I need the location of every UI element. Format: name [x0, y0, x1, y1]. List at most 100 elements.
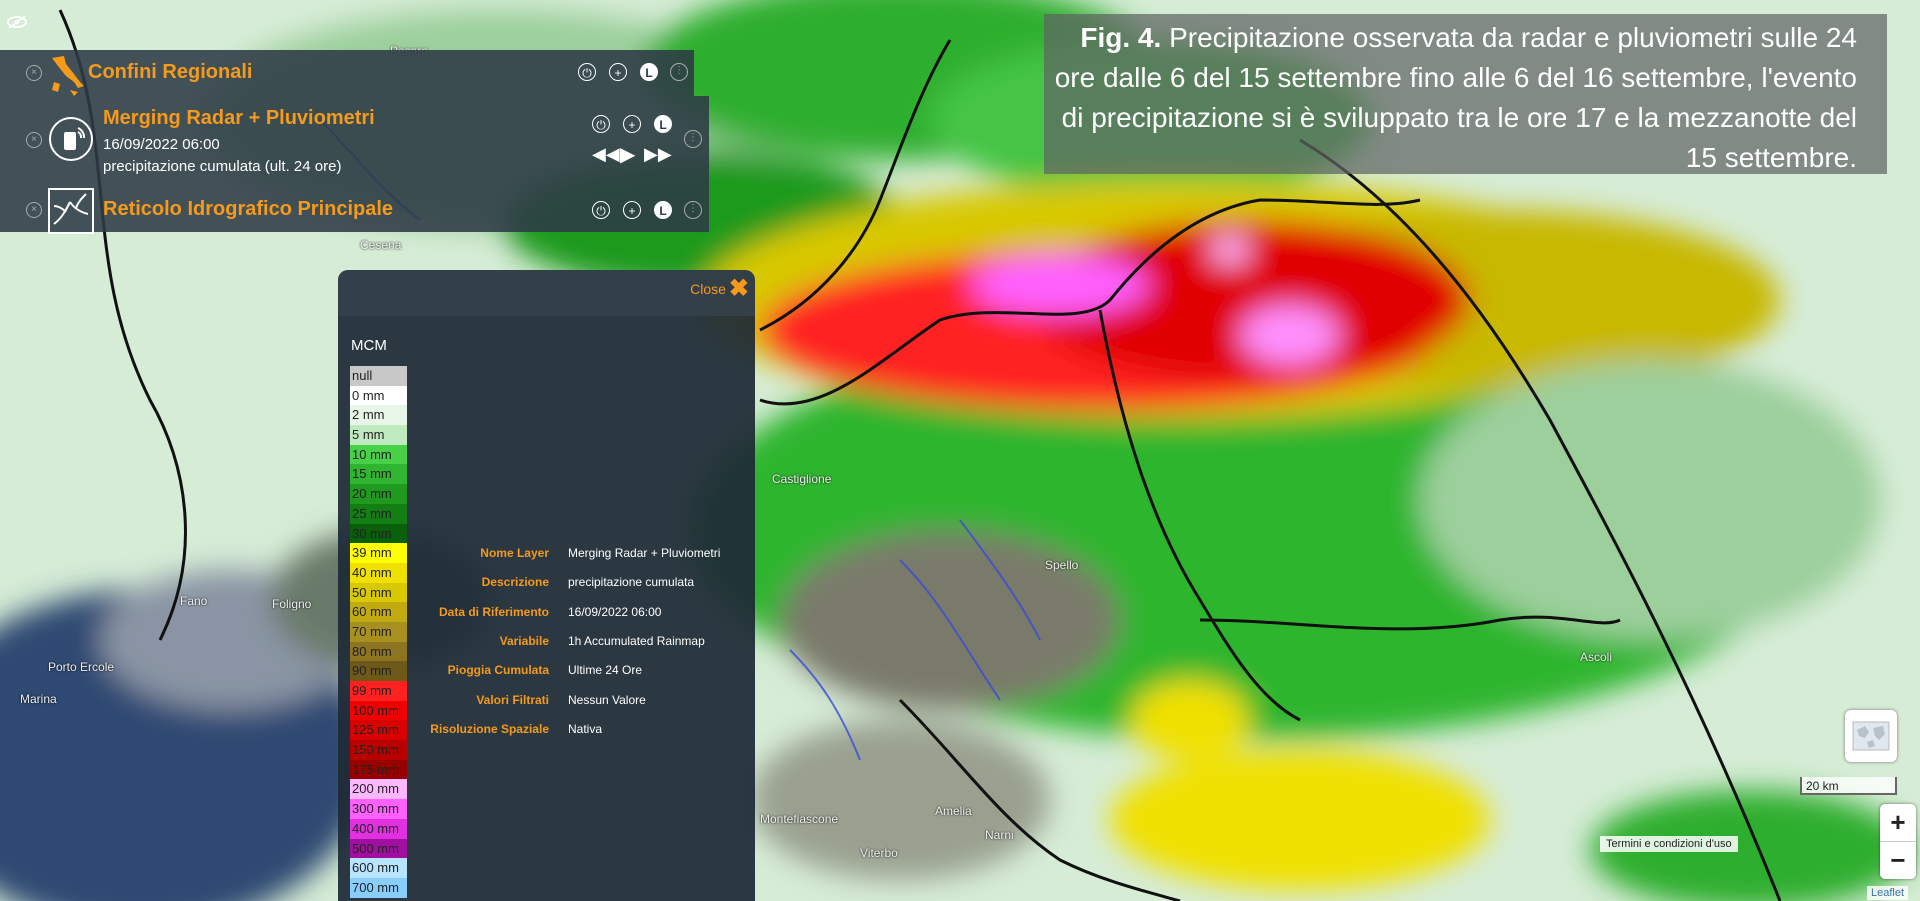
terms-link[interactable]: Termini e condizioni d'uso	[1600, 836, 1738, 852]
layer-zoom-button[interactable]: +	[623, 115, 641, 133]
caption-text: Fig. 4. Precipitazione osservata da rada…	[1037, 18, 1857, 178]
place-label-spello: Spello	[1045, 558, 1079, 572]
legend-class-row: 25 mm	[350, 503, 407, 524]
delete-layer-icon[interactable]: ×	[26, 202, 42, 218]
layer-legend-button[interactable]: L	[640, 63, 658, 81]
place-label-ascoli: Ascoli	[1580, 650, 1613, 664]
legend-class-row: 150 mm	[350, 740, 407, 760]
zoom-in-button[interactable]: +	[1880, 804, 1916, 842]
info-value: Nativa	[568, 721, 603, 736]
layer-menu-icon[interactable]: ⋮	[670, 63, 688, 81]
leaflet-attribution-link[interactable]: Leaflet	[1867, 886, 1909, 900]
place-label-foligno: Foligno	[272, 597, 312, 611]
info-row: Risoluzione Spaziale Nativa	[338, 722, 755, 742]
layer-legend-button[interactable]: L	[654, 115, 672, 133]
fast-forward-button[interactable]: ▶▶	[644, 144, 672, 165]
layer-row-confini: × Confini Regionali ⏻ + L ⋮	[0, 50, 694, 96]
layer-opacity-button[interactable]: ⏻	[578, 63, 596, 81]
play-button[interactable]: ▶	[620, 142, 635, 167]
place-label-amelia: Amelia	[935, 804, 972, 818]
world-map-icon	[1852, 721, 1890, 751]
rewind-icon: ◀◀	[592, 144, 620, 164]
info-value: Merging Radar + Pluviometri	[568, 546, 721, 560]
fast-forward-icon: ▶▶	[644, 144, 672, 164]
map-scale-bar: 20 km	[1800, 777, 1897, 795]
legend-class-row: 400 mm	[350, 818, 407, 839]
place-label-montefiascone: Montefiascone	[760, 812, 839, 826]
info-value: Nessun Valore	[568, 692, 646, 707]
legend-class-row: 10 mm	[350, 444, 407, 465]
layer-zoom-button[interactable]: +	[609, 63, 627, 81]
toggle-visibility-button[interactable]	[6, 14, 36, 40]
info-value: Ultime 24 Ore	[568, 663, 643, 678]
legend-class-row: 300 mm	[350, 799, 407, 819]
layer-menu-icon[interactable]: ⋮	[684, 130, 702, 148]
info-label: Data di Riferimento	[438, 604, 549, 619]
info-label: Pioggia Cumulata	[447, 663, 549, 678]
info-label: Valori Filtrati	[476, 692, 549, 707]
layer-date: 16/09/2022 06:00	[103, 136, 220, 153]
legend-class-row: 200 mm	[350, 779, 407, 800]
eye-icon	[7, 15, 27, 29]
layer-legend-button[interactable]: L	[654, 201, 672, 219]
layer-title: Confini Regionali	[88, 61, 253, 83]
layer-row-reticolo: × Reticolo Idrografico Principale ⏻ + L …	[0, 188, 709, 234]
delete-layer-icon[interactable]: ×	[26, 132, 42, 148]
place-label-porto-ercole: Porto Ercole	[48, 660, 115, 674]
close-legend-button[interactable]: Close ✖	[690, 275, 749, 302]
italy-map-icon	[52, 56, 84, 96]
legend-class-row: 2 mm	[350, 405, 407, 426]
place-label-fano: Fano	[180, 594, 208, 608]
info-value: precipitazione cumulata	[568, 575, 695, 590]
basemap-switch-button[interactable]	[1845, 710, 1897, 762]
legend-class-row: 30 mm	[350, 523, 407, 544]
zoom-out-button[interactable]: −	[1880, 842, 1916, 879]
layer-row-radar: × Merging Radar + Pluviometri 16/09/2022…	[0, 96, 709, 188]
layer-opacity-button[interactable]: ⏻	[592, 201, 610, 219]
legend-class-row: 600 mm	[350, 858, 407, 878]
info-label: Descrizione	[481, 575, 549, 590]
close-label: Close	[690, 281, 726, 297]
info-value: 16/09/2022 06:00	[568, 604, 662, 619]
place-label-viterbo: Viterbo	[860, 846, 898, 860]
place-label-marina: Marina	[20, 692, 57, 706]
layer-subtitle: precipitazione cumulata (ult. 24 ore)	[103, 158, 342, 175]
close-icon: ✖	[728, 275, 749, 302]
layer-title: Reticolo Idrografico Principale	[103, 198, 394, 220]
figure-caption: Fig. 4. Precipitazione osservata da rada…	[1044, 14, 1887, 174]
layer-zoom-button[interactable]: +	[623, 201, 641, 219]
caption-figure-number: Fig. 4.	[1080, 22, 1162, 53]
info-row: Variabile 1h Accumulated Rainmap	[338, 634, 755, 654]
legend-class-row: 0 mm	[350, 385, 407, 406]
radar-icon	[49, 117, 93, 161]
info-row: Pioggia Cumulata Ultime 24 Ore	[338, 663, 755, 683]
delete-layer-icon[interactable]: ×	[26, 65, 42, 81]
info-row: Data di Riferimento 16/09/2022 06:00	[338, 605, 755, 625]
legend-title: MCM	[351, 337, 387, 354]
legend-class-row: 20 mm	[350, 484, 407, 504]
caption-body: Precipitazione osservata da radar e pluv…	[1054, 22, 1857, 173]
legend-panel: Close ✖ MCM null 0 mm 2 mm 5 mm 10 mm 15 mm 20…	[338, 270, 755, 901]
play-icon: ▶	[620, 144, 636, 166]
layer-opacity-button[interactable]: ⏻	[592, 115, 610, 133]
place-label-cesena: Cesena	[360, 238, 402, 252]
layer-title: Merging Radar + Pluviometri	[103, 107, 375, 129]
place-label-narni: Narni	[985, 828, 1014, 842]
info-row: Nome Layer Merging Radar + Pluviometri	[338, 546, 755, 566]
legend-class-row: 175 mm	[350, 759, 407, 780]
info-value: 1h Accumulated Rainmap	[568, 633, 705, 648]
layer-menu-icon[interactable]: ⋮	[684, 201, 702, 219]
info-row: Valori Filtrati Nessun Valore	[338, 693, 755, 713]
river-network-icon	[48, 188, 94, 234]
legend-header: Close ✖	[338, 270, 755, 316]
info-label: Variabile	[499, 633, 549, 648]
info-label: Risoluzione Spaziale	[430, 721, 549, 736]
legend-class-row: 500 mm	[350, 838, 407, 859]
legend-class-row: 15 mm	[350, 464, 407, 485]
place-label-castiglione: Castiglione	[772, 472, 832, 486]
legend-class-row: 700 mm	[350, 877, 407, 898]
zoom-control: + −	[1880, 804, 1916, 879]
rewind-button[interactable]: ◀◀	[592, 144, 620, 165]
info-label: Nome Layer	[480, 546, 549, 560]
legend-class-row: 5 mm	[350, 425, 407, 445]
